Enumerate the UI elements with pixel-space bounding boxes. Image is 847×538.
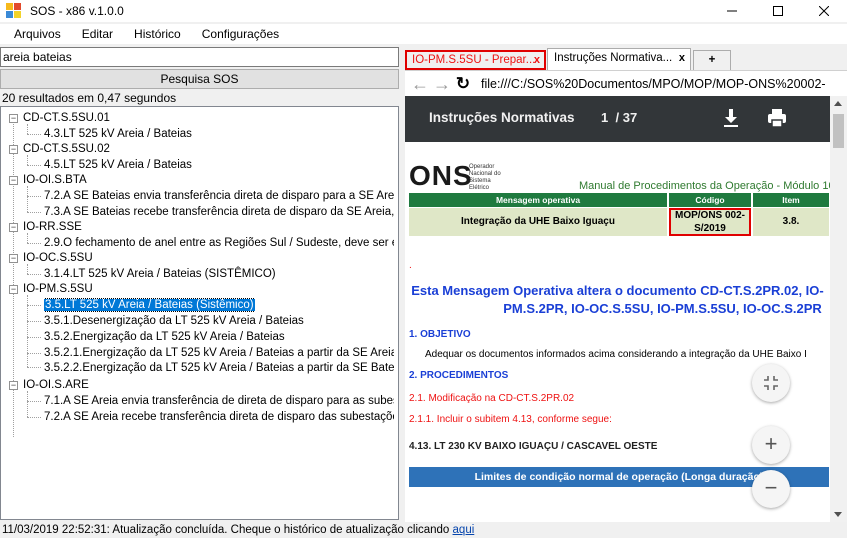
pdf-viewer: Instruções Normativas 1 / 37 ONS Operado… bbox=[405, 96, 847, 522]
menu-editar[interactable]: Editar bbox=[75, 27, 120, 41]
download-icon[interactable] bbox=[723, 108, 739, 128]
pdf-scrollbar[interactable] bbox=[830, 96, 847, 522]
forward-icon[interactable]: → bbox=[433, 75, 451, 93]
collapse-icon[interactable]: − bbox=[9, 114, 18, 123]
zoom-out-icon[interactable]: − bbox=[752, 470, 790, 508]
new-tab-button[interactable]: + bbox=[693, 50, 731, 70]
collapse-icon[interactable]: − bbox=[9, 145, 18, 154]
tree-item[interactable]: 3.1.4.LT 525 kV Areia / Bateias (SISTÊMI… bbox=[44, 266, 276, 282]
results-tree: − CD-CT.S.5SU.01 4.3.LT 525 kV Areia / B… bbox=[0, 106, 399, 520]
table-cell: 3.8. bbox=[753, 208, 829, 236]
subsection-4-13: 4.13. LT 230 KV BAIXO IGUAÇU / CASCAVEL … bbox=[409, 441, 658, 452]
pdf-title: Instruções Normativas bbox=[429, 110, 575, 125]
minimize-icon[interactable] bbox=[709, 0, 755, 22]
tree-item[interactable]: 3.5.1.Desenergização da LT 525 kV Areia … bbox=[44, 313, 304, 329]
document-panel: IO-PM.S.5SU - Prepar... x Instruções Nor… bbox=[405, 46, 847, 522]
tree-item[interactable]: 3.5.2.Energização da LT 525 kV Areia / B… bbox=[44, 329, 285, 345]
search-panel: Pesquisa SOS 20 resultados em 0,47 segun… bbox=[0, 46, 399, 522]
tree-item[interactable]: 4.3.LT 525 kV Areia / Bateias bbox=[44, 126, 192, 142]
back-icon[interactable]: ← bbox=[411, 75, 429, 93]
address-bar: ← → ↻ file:///C:/SOS%20Documentos/MPO/MO… bbox=[405, 70, 847, 96]
subsection-2-1-1: 2.1.1. Incluir o subitem 4.13, conforme … bbox=[409, 414, 612, 425]
collapse-icon[interactable]: − bbox=[9, 254, 18, 263]
page-indicator: 1 / 37 bbox=[601, 110, 638, 125]
title-bar: SOS - x86 v.1.0.0 bbox=[0, 0, 847, 22]
ons-logo-subtitle: Operador Nacional do Sistema Elétrico bbox=[469, 164, 501, 191]
menu-arquivos[interactable]: Arquivos bbox=[7, 27, 68, 41]
section-procedimentos: 2. PROCEDIMENTOS bbox=[409, 370, 509, 381]
table-cell-code: MOP/ONS 002-S/2019 bbox=[669, 208, 751, 236]
status-link[interactable]: aqui bbox=[453, 524, 475, 536]
collapse-icon[interactable]: − bbox=[9, 223, 18, 232]
tree-item[interactable]: 3.5.2.2.Energização da LT 525 kV Areia /… bbox=[44, 360, 394, 376]
search-button[interactable]: Pesquisa SOS bbox=[0, 69, 399, 89]
tree-item[interactable]: 7.2.A SE Areia recebe transferência dire… bbox=[44, 409, 394, 425]
tree-item[interactable]: 4.5.LT 525 kV Areia / Bateias bbox=[44, 157, 192, 173]
tab-instrucoes[interactable]: Instruções Normativa... x bbox=[547, 48, 691, 71]
collapse-icon[interactable]: − bbox=[9, 285, 18, 294]
tree-item[interactable]: 7.1.A SE Areia envia transferência de di… bbox=[44, 393, 394, 409]
url-field[interactable]: file:///C:/SOS%20Documentos/MPO/MOP/MOP-… bbox=[481, 77, 826, 91]
window-title: SOS - x86 v.1.0.0 bbox=[30, 4, 124, 18]
table-cell: Integração da UHE Baixo Iguaçu bbox=[409, 208, 667, 236]
tree-item[interactable]: 2.9.O fechamento de anel entre as Regiõe… bbox=[44, 235, 394, 251]
tab-close-icon[interactable]: x bbox=[534, 51, 540, 69]
headline: Esta Mensagem Operativa altera o documen… bbox=[411, 283, 824, 316]
tab-close-icon[interactable]: x bbox=[679, 49, 685, 67]
pdf-page: ONS Operador Nacional do Sistema Elétric… bbox=[405, 142, 830, 522]
section-objetivo: 1. OBJETIVO bbox=[409, 329, 471, 340]
status-bar: 11/03/2019 22:52:31: Atualização concluí… bbox=[0, 522, 847, 538]
zoom-in-icon[interactable]: + bbox=[752, 426, 790, 464]
status-text: 11/03/2019 22:52:31: Atualização concluí… bbox=[2, 524, 453, 536]
print-icon[interactable] bbox=[767, 108, 787, 128]
dot-mark: . bbox=[409, 260, 412, 271]
menu-historico[interactable]: Histórico bbox=[127, 27, 188, 41]
collapse-icon[interactable]: − bbox=[9, 381, 18, 390]
tree-item[interactable]: 7.3.A SE Bateias recebe transferência di… bbox=[44, 204, 394, 220]
subsection-2-1: 2.1. Modificação na CD-CT.S.2PR.02 bbox=[409, 393, 575, 404]
pdf-toolbar: Instruções Normativas 1 / 37 bbox=[405, 96, 830, 142]
tree-item-selected[interactable]: 3.5.LT 525 kV Areia / Bateias (Sistêmico… bbox=[44, 297, 255, 313]
scroll-thumb[interactable] bbox=[833, 114, 844, 148]
search-input[interactable] bbox=[0, 47, 399, 67]
close-icon[interactable] bbox=[801, 0, 847, 22]
table-header: Item bbox=[753, 193, 829, 207]
tree-item[interactable]: 7.2.A SE Bateias envia transferência dir… bbox=[44, 188, 394, 204]
menu-configuracoes[interactable]: Configurações bbox=[195, 27, 286, 41]
maximize-icon[interactable] bbox=[755, 0, 801, 22]
tree-item[interactable]: 3.5.2.1.Energização da LT 525 kV Areia /… bbox=[44, 345, 394, 361]
objetivo-text: Adequar os documentos informados acima c… bbox=[425, 349, 807, 360]
table-header: Mensagem operativa bbox=[409, 193, 667, 207]
result-count: 20 resultados em 0,47 segundos bbox=[2, 91, 177, 105]
menu-bar: Arquivos Editar Histórico Configurações bbox=[0, 24, 847, 44]
app-icon bbox=[6, 3, 22, 19]
fit-page-icon[interactable] bbox=[752, 364, 790, 402]
collapse-icon[interactable]: − bbox=[9, 176, 18, 185]
reload-icon[interactable]: ↻ bbox=[455, 74, 471, 93]
ons-logo: ONS bbox=[409, 160, 473, 191]
table-header: Código bbox=[669, 193, 751, 207]
tab-strip: IO-PM.S.5SU - Prepar... x Instruções Nor… bbox=[405, 48, 847, 71]
manual-title: Manual de Procedimentos da Operação - Mó… bbox=[579, 180, 830, 192]
tab-io-pm[interactable]: IO-PM.S.5SU - Prepar... x bbox=[405, 50, 546, 70]
